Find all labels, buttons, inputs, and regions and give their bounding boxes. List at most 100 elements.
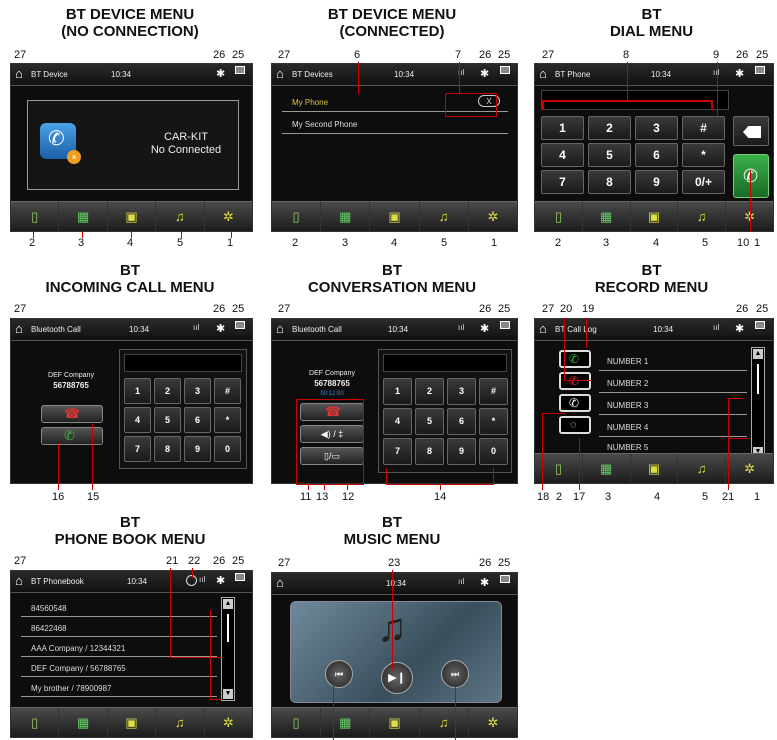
key-star[interactable]: * [682,143,725,167]
nav-dial[interactable]: ▦ [59,708,108,737]
nav-bt-device[interactable]: ▯ [272,202,322,231]
key-4[interactable]: 4 [124,407,151,433]
key-7[interactable]: 7 [541,170,584,194]
gear-icon: ✲ [487,714,499,730]
key-1[interactable]: 1 [541,116,584,140]
nav-music[interactable]: ♫ [156,708,205,737]
scroll-down-icon[interactable]: ▼ [223,689,233,699]
nav-dial[interactable]: ▦ [583,454,631,483]
nav-bt-device[interactable]: ▯ [272,708,322,737]
call-log-row[interactable]: NUMBER 4 [599,415,747,437]
key-0[interactable]: 0 [214,436,241,462]
home-icon[interactable]: ⌂ [276,67,284,81]
key-3[interactable]: 3 [447,378,476,405]
filter-received-button[interactable]: ✆ [559,394,591,412]
key-9[interactable]: 9 [635,170,678,194]
key-2[interactable]: 2 [154,378,181,404]
home-icon[interactable]: ⌂ [15,67,23,81]
key-8[interactable]: 8 [588,170,631,194]
nav-settings[interactable]: ✲ [205,202,252,231]
nav-settings[interactable]: ✲ [469,202,517,231]
sync-button[interactable]: ◌ [559,416,591,434]
contact-row[interactable]: 84560548 [21,597,217,617]
nav-phonebook[interactable]: ▣ [108,708,157,737]
key-0[interactable]: 0 [479,438,508,465]
nav-phonebook[interactable]: ▣ [631,202,679,231]
nav-settings[interactable]: ✲ [726,454,773,483]
nav-phonebook[interactable]: ▣ [631,454,679,483]
key-8[interactable]: 8 [415,438,444,465]
home-icon[interactable]: ⌂ [15,574,23,588]
key-star[interactable]: * [479,408,508,435]
key-0-plus[interactable]: 0/+ [682,170,725,194]
call-log-row[interactable]: NUMBER 2 [599,371,747,393]
key-7[interactable]: 7 [383,438,412,465]
previous-track-button[interactable]: ⏮ [325,660,353,688]
contact-label: My brother / 78900987 [31,684,112,693]
scroll-up-icon[interactable]: ▲ [753,349,763,359]
home-icon[interactable]: ⌂ [539,322,547,336]
nav-music[interactable]: ♫ [156,202,205,231]
key-6[interactable]: 6 [184,407,211,433]
home-icon[interactable]: ⌂ [539,67,547,81]
nav-dial[interactable]: ▦ [321,202,371,231]
nav-phonebook[interactable]: ▣ [370,202,420,231]
answer-call-button[interactable]: ✆ [41,427,103,445]
key-8[interactable]: 8 [154,436,181,462]
nav-bt-device[interactable]: ▯ [11,708,60,737]
nav-phonebook[interactable]: ▣ [108,202,157,231]
play-pause-button[interactable]: ▶❙ [381,662,413,694]
call-log-row[interactable]: NUMBER 1 [599,349,747,371]
scroll-thumb[interactable] [757,364,759,394]
nav-settings[interactable]: ✲ [205,708,252,737]
contact-row[interactable]: 86422468 [21,617,217,637]
reject-call-button[interactable]: ☎ [41,405,103,423]
nav-music[interactable]: ♫ [420,202,469,231]
nav-bt-device[interactable]: ▯ [535,202,583,231]
key-9[interactable]: 9 [184,436,211,462]
key-7[interactable]: 7 [124,436,151,462]
key-1[interactable]: 1 [124,378,151,404]
contact-row[interactable]: AAA Company / 12344321 [21,637,217,657]
key-hash[interactable]: # [479,378,508,405]
home-icon[interactable]: ⌂ [276,322,284,336]
nav-music[interactable]: ♫ [678,454,727,483]
key-star[interactable]: * [214,407,241,433]
key-3[interactable]: 3 [635,116,678,140]
key-6[interactable]: 6 [447,408,476,435]
key-5[interactable]: 5 [588,143,631,167]
nav-dial[interactable]: ▦ [59,202,108,231]
key-4[interactable]: 4 [541,143,584,167]
backspace-button[interactable] [733,116,769,146]
nav-settings[interactable]: ✲ [469,708,517,737]
scrollbar[interactable]: ▲ ▼ [751,347,765,459]
device-row[interactable]: My Second Phone [282,114,508,134]
key-2[interactable]: 2 [415,378,444,405]
key-2[interactable]: 2 [588,116,631,140]
key-3[interactable]: 3 [184,378,211,404]
home-icon[interactable]: ⌂ [15,322,23,336]
nav-bt-device[interactable]: ▯ [11,202,60,231]
key-5[interactable]: 5 [415,408,444,435]
scrollbar[interactable]: ▲ ▼ [221,597,235,701]
nav-phonebook[interactable]: ▣ [370,708,420,737]
home-icon[interactable]: ⌂ [276,576,284,590]
call-log-row[interactable]: NUMBER 3 [599,393,747,415]
key-6[interactable]: 6 [635,143,678,167]
nav-music[interactable]: ♫ [420,708,469,737]
scroll-up-icon[interactable]: ▲ [223,599,233,609]
call-button[interactable]: ✆ [733,154,769,198]
key-hash[interactable]: # [214,378,241,404]
key-hash[interactable]: # [682,116,725,140]
nav-dial[interactable]: ▦ [583,202,631,231]
contact-row[interactable]: DEF Company / 56788765 [21,657,217,677]
clock: 10:34 [127,577,148,586]
contact-row[interactable]: My brother / 78900987 [21,677,217,697]
nav-dial[interactable]: ▦ [321,708,371,737]
scroll-thumb[interactable] [227,614,229,642]
key-9[interactable]: 9 [447,438,476,465]
key-4[interactable]: 4 [383,408,412,435]
key-1[interactable]: 1 [383,378,412,405]
nav-music[interactable]: ♫ [678,202,727,231]
key-5[interactable]: 5 [154,407,181,433]
